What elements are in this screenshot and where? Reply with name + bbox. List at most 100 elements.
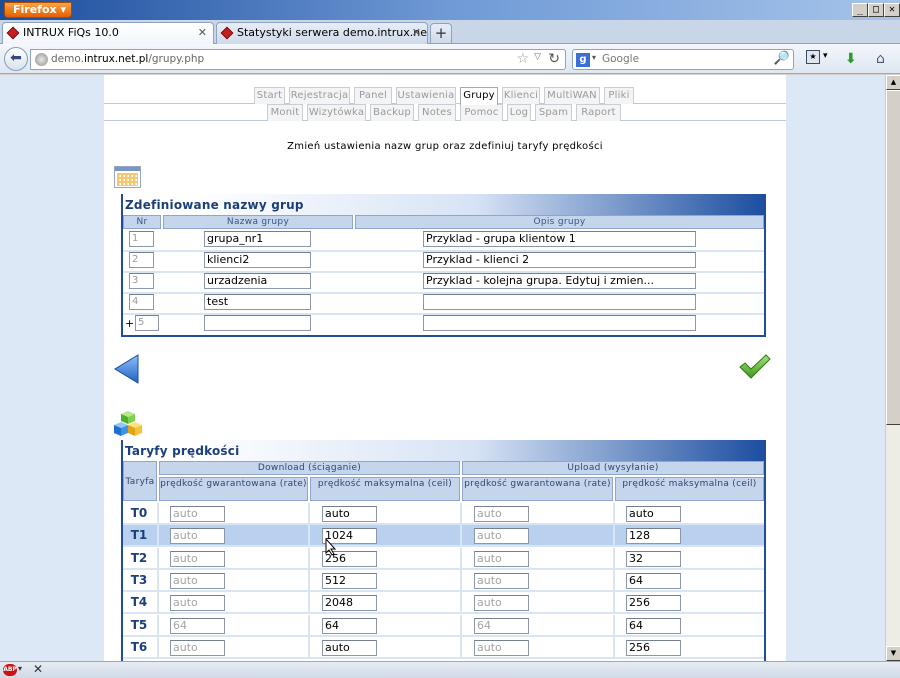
download-rate-field[interactable]: auto	[170, 595, 225, 612]
new-group-name-field[interactable]	[204, 315, 311, 331]
new-nr-field[interactable]: 5	[135, 315, 159, 331]
upload-ceil-field[interactable]: 32	[626, 550, 681, 567]
tariff-label: T5	[130, 617, 148, 632]
download-rate-field[interactable]: auto	[170, 528, 225, 545]
group-name-field[interactable]: grupa_nr1	[204, 231, 311, 247]
close-addon-bar-icon[interactable]: ✕	[33, 662, 43, 676]
close-window-button[interactable]: ✕	[884, 3, 900, 17]
download-ceil-field[interactable]: 64	[322, 617, 377, 634]
back-button[interactable]: ⬅	[4, 47, 28, 71]
menu-tab-log[interactable]: Log	[507, 104, 531, 121]
menu-tab-rejestracja[interactable]: Rejestracja	[289, 87, 350, 104]
menu-tab-spam[interactable]: Spam	[535, 104, 572, 121]
download-ceil-field[interactable]: auto	[322, 506, 377, 522]
nr-field[interactable]: 3	[129, 273, 154, 289]
scroll-up-button[interactable]: ▲	[886, 75, 900, 90]
upload-ceil-field[interactable]: 256	[626, 639, 681, 656]
page-subtitle: Zmień ustawienia nazw grup oraz zdefiniu…	[287, 141, 603, 152]
download-rate-field[interactable]: 64	[170, 617, 225, 634]
upload-ceil-field[interactable]: 64	[626, 617, 681, 634]
download-ceil-field[interactable]: 512	[322, 572, 377, 589]
tariff-label: T1	[130, 528, 148, 543]
close-tab-icon[interactable]: ✕	[412, 23, 421, 43]
scroll-down-button[interactable]: ▼	[886, 646, 900, 661]
checkmark-icon[interactable]	[739, 354, 771, 380]
group-name-field[interactable]: test	[204, 294, 311, 310]
group-desc-field[interactable]: Przyklad - grupa klientow 1	[423, 231, 696, 247]
nr-field[interactable]: 4	[129, 294, 154, 310]
groups-title: Zdefiniowane nazwy grup	[125, 198, 304, 212]
menu-tab-notes[interactable]: Notes	[418, 104, 456, 121]
upload-rate-field[interactable]: auto	[474, 639, 529, 656]
bookmarks-menu-icon[interactable]: ★	[806, 50, 820, 64]
new-group-desc-field[interactable]	[423, 315, 696, 331]
group-name-field[interactable]: klienci2	[204, 252, 311, 268]
menu-tab-multiwan[interactable]: MultiWAN	[544, 87, 600, 104]
minimize-button[interactable]: _	[852, 3, 868, 17]
tariff-row: T5 64 64 64 64	[123, 614, 764, 637]
url-bar[interactable]: demo.intrux.net.pl/grupy.php ☆ ▽ ↻	[30, 49, 566, 70]
group-name-field[interactable]: urzadzenia	[204, 273, 311, 289]
upload-ceil-field[interactable]: 128	[626, 528, 681, 545]
download-ceil-field[interactable]: auto	[322, 639, 377, 656]
scroll-thumb[interactable]	[886, 90, 900, 425]
adblock-dropdown-icon[interactable]: ▾	[18, 664, 22, 673]
downloads-icon[interactable]: ⬇	[845, 51, 857, 67]
tab-statystyki[interactable]: Statystyki serwera demo.intrux.net.pl ✕	[216, 22, 428, 44]
menu-tab-klienci[interactable]: Klienci	[502, 87, 540, 104]
download-ceil-field[interactable]: 2048	[322, 595, 377, 612]
menu-tab-start[interactable]: Start	[254, 87, 285, 104]
vertical-scrollbar[interactable]: ▲ ▼	[885, 75, 900, 661]
close-tab-icon[interactable]: ✕	[198, 23, 207, 43]
upload-rate-field[interactable]: auto	[474, 550, 529, 567]
col-header-upload: Upload (wysyłanie)	[462, 461, 764, 475]
reload-icon[interactable]: ↻	[548, 50, 560, 69]
engine-dropdown-icon[interactable]: ▾	[592, 53, 596, 62]
menu-tab-grupy[interactable]: Grupy	[460, 87, 498, 105]
bookmarks-dropdown-icon[interactable]: ▾	[823, 51, 828, 61]
upload-rate-field[interactable]: 64	[474, 617, 529, 634]
download-rate-field[interactable]: auto	[170, 506, 225, 522]
adblock-icon[interactable]: ABP	[3, 664, 17, 676]
menu-tab-pliki[interactable]: Pliki	[604, 87, 634, 104]
new-tab-button[interactable]: +	[430, 23, 452, 43]
search-icon[interactable]: 🔎	[774, 51, 790, 66]
firefox-menu-button[interactable]: Firefox ▾	[4, 2, 72, 18]
history-dropdown-icon[interactable]: ▽	[534, 52, 541, 62]
upload-ceil-field[interactable]: auto	[626, 506, 681, 522]
chevron-down-icon: ▾	[60, 3, 66, 16]
tab-intrux[interactable]: INTRUX FiQs 10.0 ✕	[2, 22, 214, 45]
calendar-icon	[114, 166, 141, 188]
upload-ceil-field[interactable]: 64	[626, 572, 681, 589]
maximize-button[interactable]: □	[868, 3, 884, 17]
upload-ceil-field[interactable]: 256	[626, 595, 681, 612]
nr-field[interactable]: 2	[129, 252, 154, 268]
upload-rate-field[interactable]: auto	[474, 528, 529, 545]
menu-tab-raport[interactable]: Raport	[576, 104, 621, 121]
download-rate-field[interactable]: auto	[170, 550, 225, 567]
home-icon[interactable]: ⌂	[876, 51, 885, 67]
bookmark-star-icon[interactable]: ☆	[516, 51, 529, 67]
group-desc-field[interactable]	[423, 294, 696, 310]
upload-rate-field[interactable]: auto	[474, 572, 529, 589]
search-bar[interactable]: g ▾ Google 🔎	[572, 49, 794, 70]
group-desc-field[interactable]: Przyklad - kolejna grupa. Edytuj i zmien…	[423, 273, 696, 289]
menu-tab-wizytowka[interactable]: Wizytówka	[307, 104, 366, 121]
nr-field[interactable]: 1	[129, 231, 154, 247]
menu-tab-pomoc[interactable]: Pomoc	[460, 104, 503, 121]
menu-tab-backup[interactable]: Backup	[370, 104, 414, 121]
back-arrow-icon[interactable]	[114, 354, 140, 384]
col-header-download-rate: prędkość gwarantowana (rate)	[159, 477, 308, 501]
group-desc-field[interactable]: Przyklad - klienci 2	[423, 252, 696, 268]
upload-rate-field[interactable]: auto	[474, 595, 529, 612]
menu-tab-monit[interactable]: Monit	[267, 104, 303, 121]
cubes-icon	[114, 411, 142, 436]
download-rate-field[interactable]: auto	[170, 639, 225, 656]
menu-tab-panel[interactable]: Panel	[354, 87, 392, 104]
upload-rate-field[interactable]: auto	[474, 506, 529, 522]
speeds-title: Taryfy prędkości	[125, 444, 240, 458]
google-engine-icon[interactable]: g	[576, 53, 590, 67]
download-rate-field[interactable]: auto	[170, 572, 225, 589]
groups-panel: Zdefiniowane nazwy grup Nr Nazwa grupy O…	[121, 194, 766, 337]
menu-tab-ustawienia[interactable]: Ustawienia	[396, 87, 456, 104]
